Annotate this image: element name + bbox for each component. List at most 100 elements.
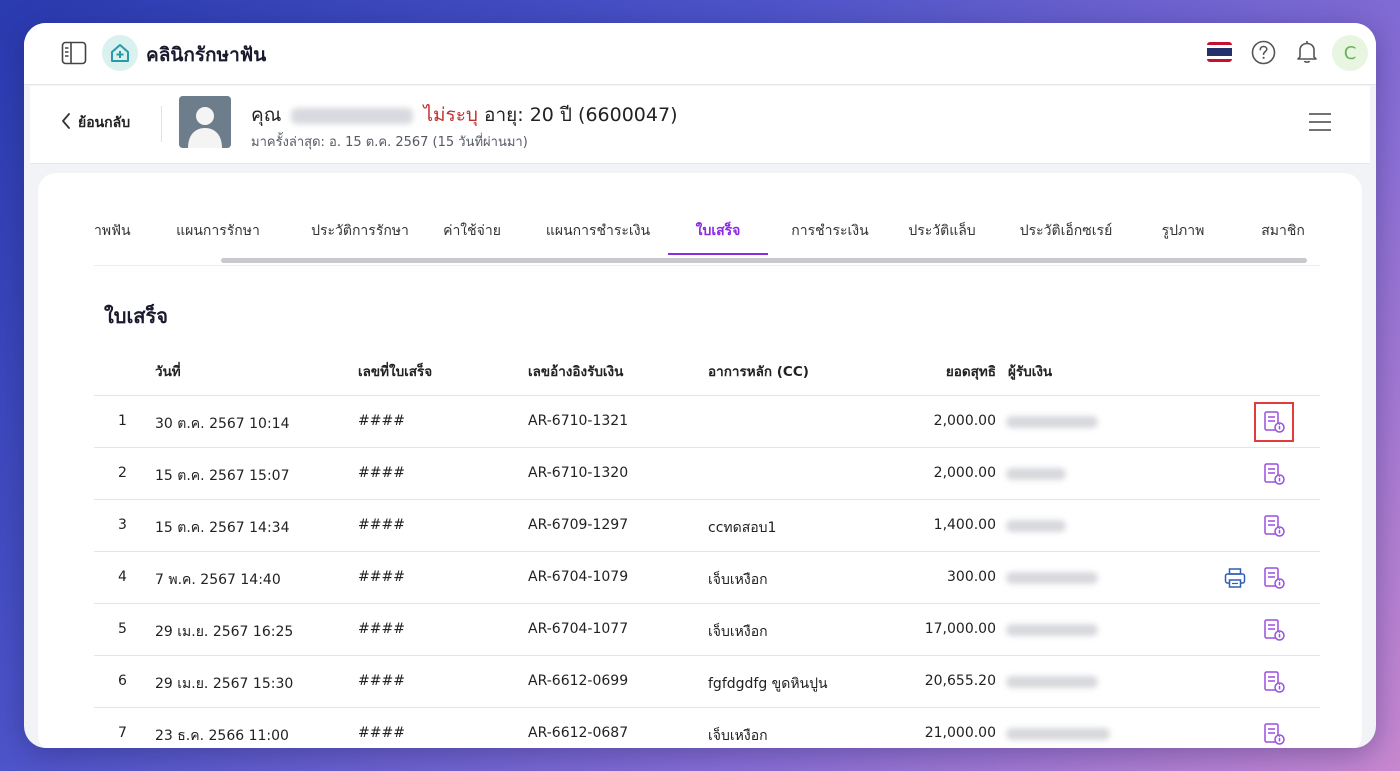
row-receipt-no: #### [358, 465, 405, 481]
row-date: 29 เม.ย. 2567 15:30 [155, 676, 294, 692]
col-net: ยอดสุทธิ [945, 364, 996, 380]
user-avatar[interactable]: C [1332, 35, 1368, 71]
row-number: 6 [118, 673, 127, 689]
receipt-detail-icon[interactable] [1254, 402, 1294, 442]
receipt-detail-icon[interactable] [1262, 462, 1286, 486]
tab-lab-history[interactable]: ประวัติแล็บ [900, 208, 984, 254]
col-cashier: ผู้รับเงิน [1008, 364, 1053, 380]
row-cc: fgfdgdfg ขูดหินปูน [708, 676, 828, 692]
sidebar-toggle-icon[interactable] [61, 41, 87, 65]
receipt-detail-icon[interactable] [1262, 618, 1286, 642]
row-reference: AR-6709-1297 [528, 517, 629, 533]
row-net: 2,000.00 [933, 465, 996, 481]
receipt-detail-icon[interactable] [1262, 514, 1286, 538]
table-row[interactable]: 6 29 เม.ย. 2567 15:30 #### AR-6612-0699 … [94, 656, 1320, 708]
row-receipt-no: #### [358, 569, 405, 585]
receipt-detail-icon[interactable] [1262, 722, 1286, 746]
patient-name: คุณ ไม่ระบุ อายุ: 20 ปี (6600047) [251, 100, 677, 130]
tab-dental-chart[interactable]: าพฟัน [94, 208, 131, 254]
active-tab-indicator [668, 253, 768, 255]
chevron-left-icon [60, 112, 72, 134]
tab-scrollbar[interactable] [221, 258, 1307, 263]
row-receipt-no: #### [358, 725, 405, 741]
printer-icon[interactable] [1224, 567, 1246, 589]
row-receipt-no: #### [358, 673, 405, 689]
tab-members[interactable]: สมาชิก [1250, 208, 1316, 254]
tab-treatment-plan[interactable]: แผนการรักษา [162, 208, 274, 254]
row-date: 15 ต.ค. 2567 15:07 [155, 468, 290, 484]
row-cc: เจ็บเหงือก [708, 572, 768, 588]
row-reference: AR-6704-1077 [528, 621, 629, 637]
section-title: ใบเสร็จ [104, 304, 168, 328]
row-cc: เจ็บเหงือก [708, 624, 768, 640]
row-reference: AR-6704-1079 [528, 569, 629, 585]
patient-age: อายุ: 20 ปี [484, 104, 572, 126]
col-receipt-no: เลขที่ใบเสร็จ [358, 364, 433, 380]
row-receipt-no: #### [358, 413, 405, 429]
patient-id: (6600047) [578, 104, 678, 126]
row-cc: เจ็บเหงือก [708, 728, 768, 744]
bell-icon[interactable] [1295, 39, 1319, 65]
redacted-name [291, 107, 414, 124]
help-circle-icon[interactable] [1251, 40, 1276, 65]
patient-header: ย้อนกลับ คุณ ไม่ระบุ อายุ: 20 ปี (660004… [30, 86, 1370, 164]
house-plus-icon [102, 35, 138, 71]
row-reference: AR-6612-0687 [528, 725, 629, 741]
row-number: 3 [118, 517, 127, 533]
redacted-cashier [1006, 572, 1098, 584]
row-date: 7 พ.ค. 2567 14:40 [155, 572, 281, 588]
row-reference: AR-6710-1320 [528, 465, 629, 481]
table-row[interactable]: 4 7 พ.ค. 2567 14:40 #### AR-6704-1079 เจ… [94, 552, 1320, 604]
hamburger-menu-icon[interactable] [1308, 112, 1332, 132]
row-receipt-no: #### [358, 517, 405, 533]
tab-photos[interactable]: รูปภาพ [1148, 208, 1218, 254]
receipts-table: วันที่ เลขที่ใบเสร็จ เลขอ้างอิงรับเงิน อ… [94, 338, 1320, 748]
back-label: ย้อนกลับ [78, 115, 131, 131]
back-button[interactable]: ย้อนกลับ [60, 112, 130, 134]
row-net: 20,655.20 [924, 673, 996, 689]
row-cc: ccทดสอบ1 [708, 520, 777, 536]
tab-receipts[interactable]: ใบเสร็จ [668, 208, 768, 254]
divider [161, 106, 162, 142]
redacted-cashier [1006, 416, 1098, 428]
tab-treatment-history[interactable]: ประวัติการรักษา [296, 208, 424, 254]
row-number: 1 [118, 413, 127, 429]
tab-xray-history[interactable]: ประวัติเอ็กซเรย์ [1008, 208, 1124, 254]
receipt-detail-icon[interactable] [1262, 566, 1286, 590]
redacted-cashier [1006, 676, 1098, 688]
col-reference: เลขอ้างอิงรับเงิน [528, 364, 624, 380]
row-reference: AR-6612-0699 [528, 673, 629, 689]
tab-payments[interactable]: การชำระเงิน [778, 208, 882, 254]
tab-expenses[interactable]: ค่าใช้จ่าย [436, 208, 508, 254]
thailand-flag-icon[interactable] [1207, 42, 1232, 62]
table-row[interactable]: 1 30 ต.ค. 2567 10:14 #### AR-6710-1321 2… [94, 396, 1320, 448]
redacted-cashier [1006, 728, 1110, 740]
row-number: 4 [118, 569, 127, 585]
row-date: 30 ต.ค. 2567 10:14 [155, 416, 290, 432]
row-net: 300.00 [947, 569, 996, 585]
redacted-cashier [1006, 624, 1098, 636]
row-net: 17,000.00 [924, 621, 996, 637]
table-header: วันที่ เลขที่ใบเสร็จ เลขอ้างอิงรับเงิน อ… [94, 338, 1320, 396]
row-net: 1,400.00 [933, 517, 996, 533]
table-row[interactable]: 5 29 เม.ย. 2567 16:25 #### AR-6704-1077 … [94, 604, 1320, 656]
row-net: 2,000.00 [933, 413, 996, 429]
table-row[interactable]: 7 23 ธ.ค. 2566 11:00 #### AR-6612-0687 เ… [94, 708, 1320, 748]
table-row[interactable]: 2 15 ต.ค. 2567 15:07 #### AR-6710-1320 2… [94, 448, 1320, 500]
tab-payment-plan[interactable]: แผนการชำระเงิน [536, 208, 660, 254]
app-title: คลินิกรักษาฟัน [146, 44, 267, 66]
table-row[interactable]: 3 15 ต.ค. 2567 14:34 #### AR-6709-1297 c… [94, 500, 1320, 552]
row-number: 2 [118, 465, 127, 481]
col-date: วันที่ [155, 364, 181, 380]
receipt-detail-icon[interactable] [1262, 670, 1286, 694]
tab-bar: าพฟัน แผนการรักษา ประวัติการรักษา ค่าใช้… [94, 208, 1320, 266]
name-prefix: คุณ [251, 104, 282, 126]
row-receipt-no: #### [358, 621, 405, 637]
last-visit: มาครั้งล่าสุด: อ. 15 ต.ค. 2567 (15 วันที… [251, 135, 528, 150]
top-bar: คลินิกรักษาฟัน C [24, 23, 1376, 85]
row-net: 21,000.00 [924, 725, 996, 741]
redacted-cashier [1006, 468, 1066, 480]
patient-photo [179, 96, 231, 148]
row-number: 5 [118, 621, 127, 637]
row-reference: AR-6710-1321 [528, 413, 629, 429]
